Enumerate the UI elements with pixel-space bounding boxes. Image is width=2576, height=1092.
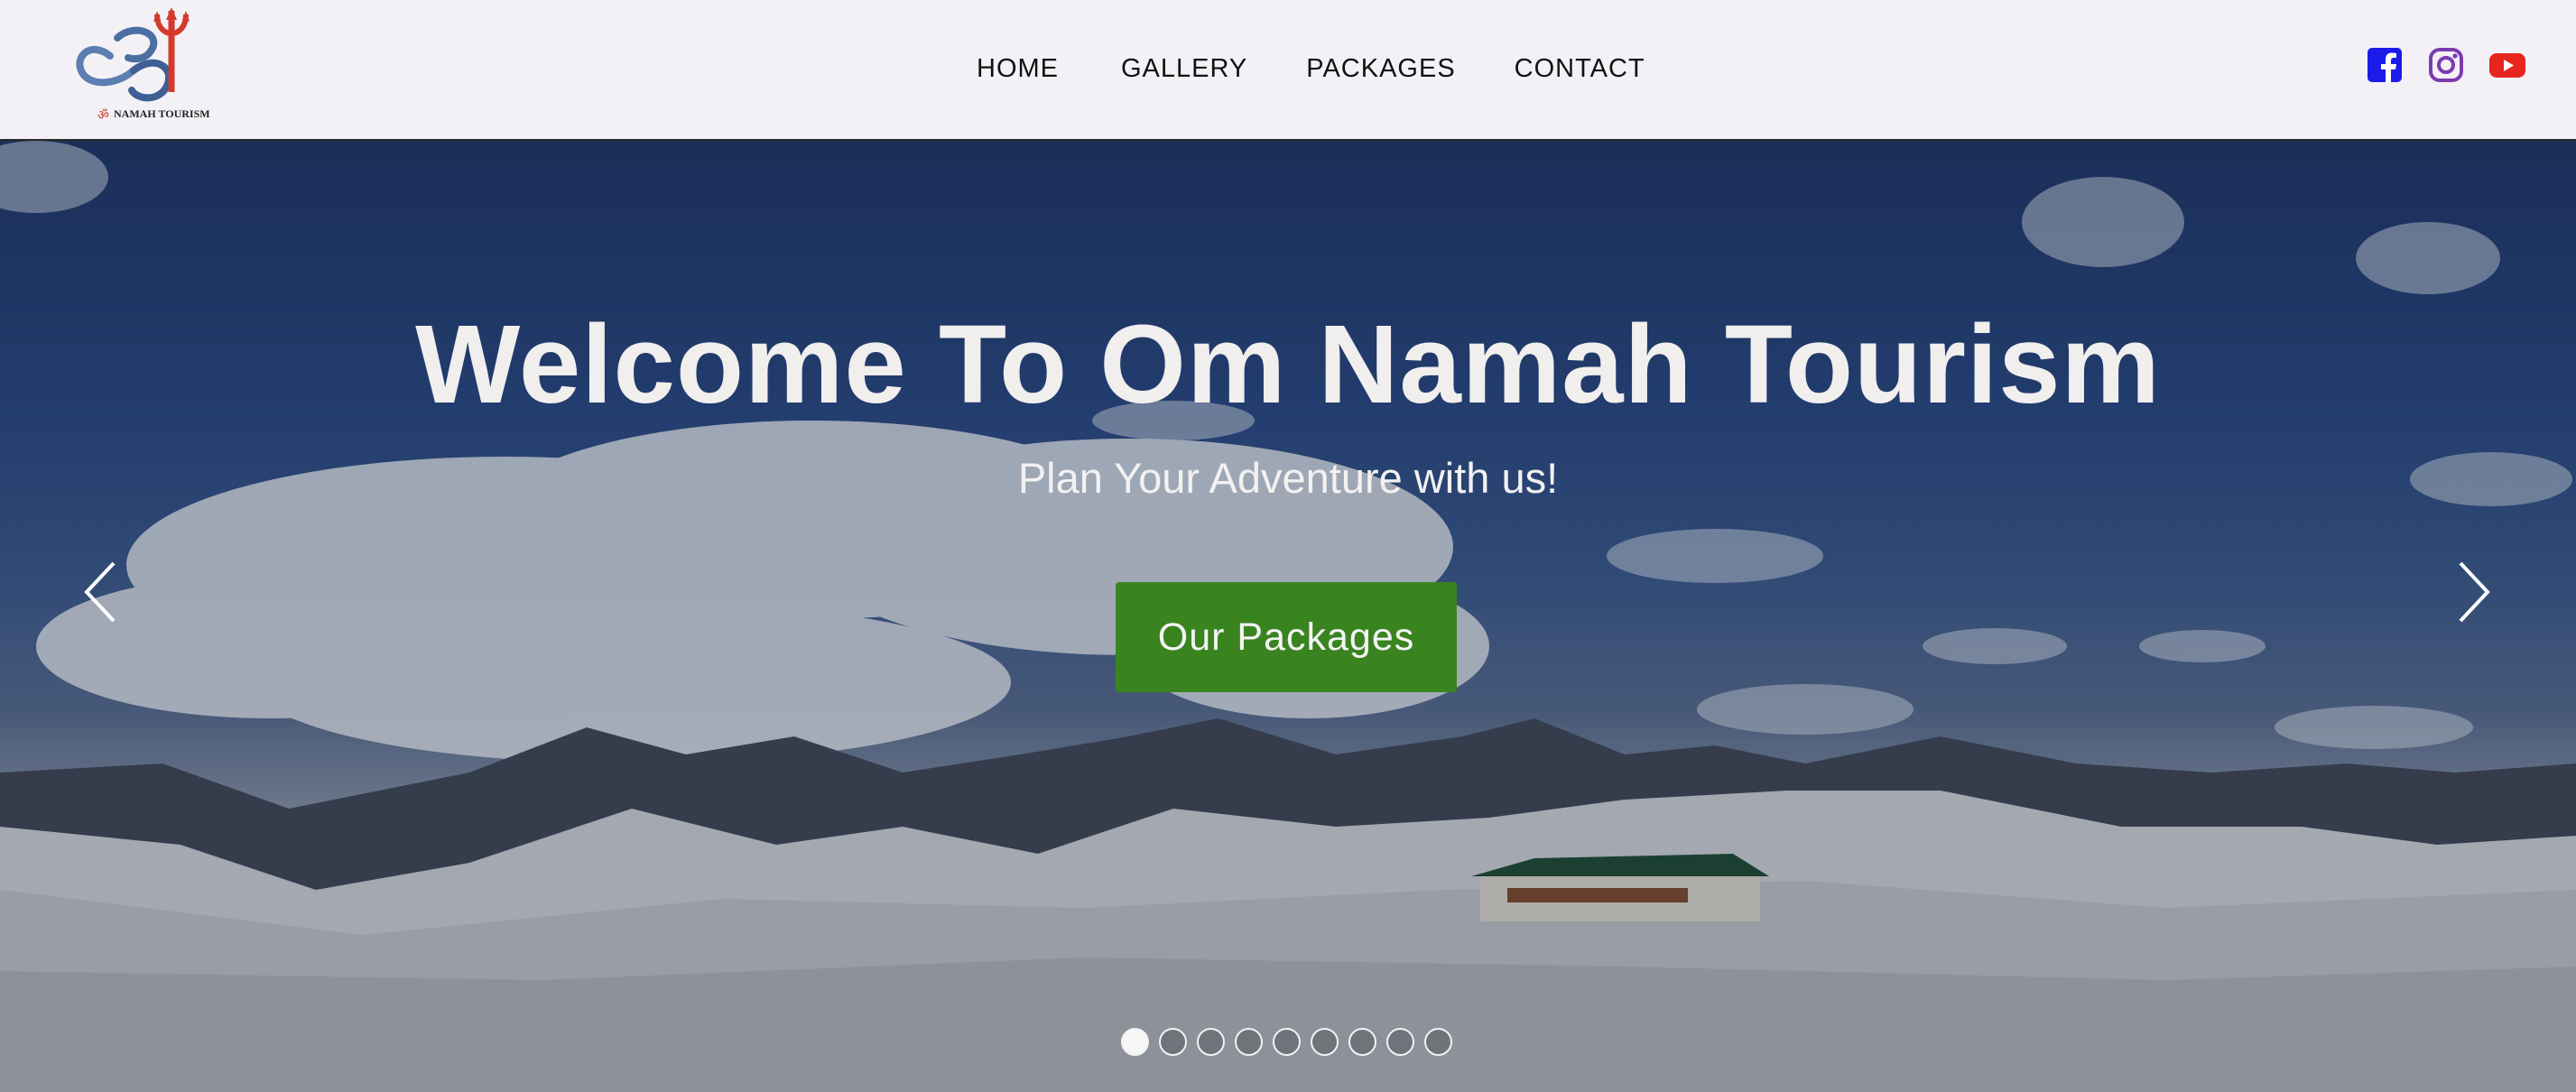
youtube-icon[interactable]	[2489, 47, 2525, 83]
hero-subtitle: Plan Your Adventure with us!	[1017, 454, 1559, 502]
our-packages-button[interactable]: Our Packages	[1116, 582, 1457, 692]
hero-title: Welcome To Om Namah Tourism	[415, 303, 2161, 427]
site-logo[interactable]: ॐ NAMAH TOURISM	[63, 4, 217, 126]
slider-dot-9[interactable]	[1424, 1028, 1452, 1056]
slider-next-arrow-icon[interactable]	[2450, 556, 2495, 628]
logo-om-glyph: ॐ	[97, 108, 109, 123]
slider-dot-8[interactable]	[1386, 1028, 1414, 1056]
navbar: ॐ NAMAH TOURISM HOME GALLERY PACKAGES CO…	[0, 0, 2576, 141]
logo-text: NAMAH TOURISM	[114, 107, 210, 120]
slider-dot-7[interactable]	[1348, 1028, 1376, 1056]
om-trident-logo-icon: ॐ NAMAH TOURISM	[76, 7, 210, 123]
slider-prev-arrow-icon[interactable]	[79, 556, 125, 628]
slider-dot-4[interactable]	[1235, 1028, 1263, 1056]
nav-packages-link[interactable]: PACKAGES	[1306, 54, 1455, 84]
slider-dot-3[interactable]	[1197, 1028, 1225, 1056]
nav-gallery-link[interactable]: GALLERY	[1121, 54, 1247, 84]
nav-home-link[interactable]: HOME	[977, 54, 1059, 84]
slider-dot-2[interactable]	[1159, 1028, 1187, 1056]
slider-dot-6[interactable]	[1311, 1028, 1339, 1056]
facebook-icon[interactable]	[2367, 47, 2403, 83]
main-nav: HOME GALLERY PACKAGES CONTACT	[977, 0, 1645, 137]
slider-dot-1[interactable]	[1121, 1028, 1149, 1056]
slider-pagination	[1121, 1028, 1452, 1056]
hero-slider: Welcome To Om Namah Tourism Plan Your Ad…	[0, 141, 2576, 1092]
slider-dot-5[interactable]	[1273, 1028, 1301, 1056]
social-links	[2367, 47, 2525, 83]
instagram-icon[interactable]	[2428, 47, 2464, 83]
nav-contact-link[interactable]: CONTACT	[1515, 54, 1645, 84]
